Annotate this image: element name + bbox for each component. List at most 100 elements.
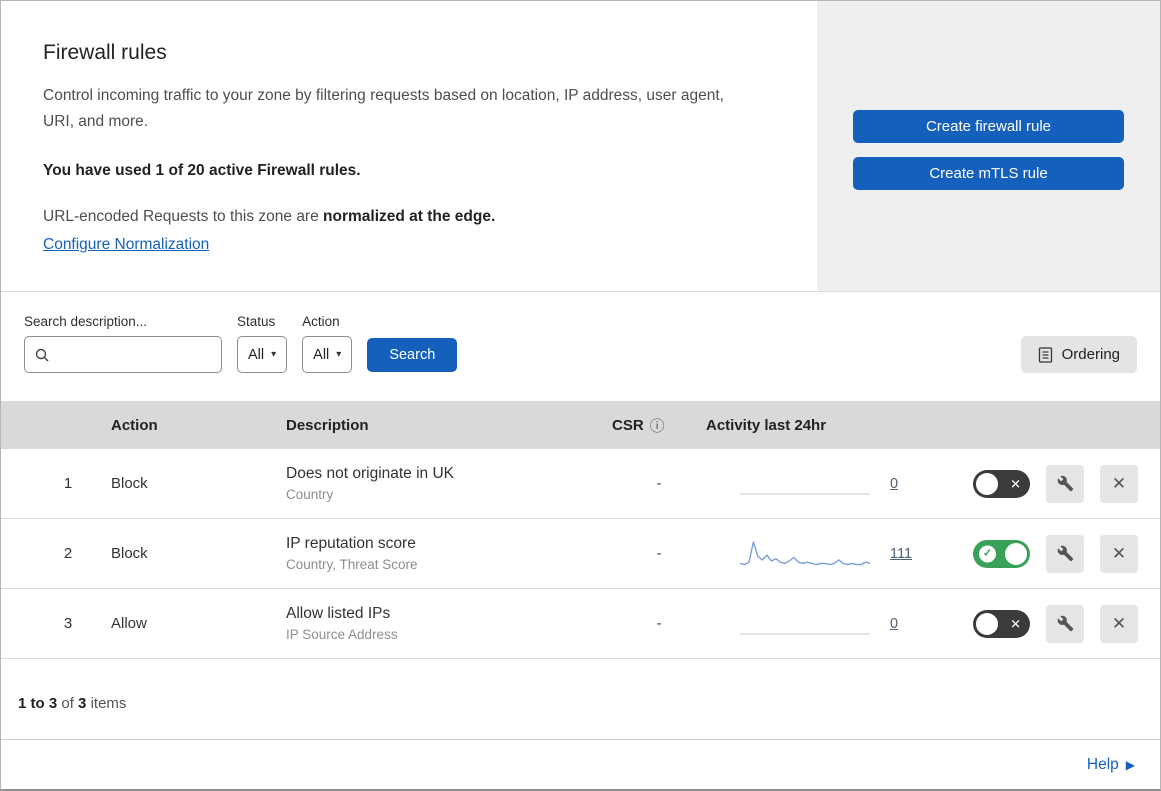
intro: Firewall rules Control incoming traffic … [1,1,817,291]
rule-description-text: IP reputation score [286,535,416,552]
table-header: Action Description CSR ⓘ Activity last 2… [1,401,1160,449]
total-text: 3 [78,695,87,712]
wrench-icon [1057,545,1073,562]
table-row: 3 Allow Allow listed IPs IP Source Addre… [1,589,1160,659]
status-select[interactable]: All ▾ [237,336,288,373]
rule-description-text: Does not originate in UK [286,465,455,482]
rule-description: IP reputation score Country, Threat Scor… [286,535,612,572]
arrow-right-icon: ▶ [1125,757,1135,772]
rule-number: 1 [63,475,73,492]
activity-count-link[interactable]: 0 [890,476,898,492]
usage-summary: You have used 1 of 20 active Firewall ru… [43,162,361,180]
activity-count-link[interactable]: 111 [890,546,912,562]
close-icon: ✕ [1111,474,1127,493]
action-label: Action [302,314,340,329]
search-icon [35,348,49,361]
create-firewall-rule-button[interactable]: Create firewall rule [853,110,1124,143]
rule-activity: 0 [706,468,956,500]
rule-description: Does not originate in UK Country [286,465,612,502]
filter-group: Search description... Status All ▾ Actio… [24,314,458,373]
activity-sparkline [740,633,870,634]
ordering-list-icon [1038,346,1052,363]
rule-enabled-toggle[interactable]: ✓ ✕ [973,609,1030,638]
filter-bar: Search description... Status All ▾ Actio… [1,292,1160,401]
action-filter: Action All ▾ [302,314,353,373]
rule-controls: ✓ ✕ ✕ [956,534,1160,573]
rule-csr-value: - [656,545,662,562]
close-icon: ✕ [1111,544,1127,563]
rule-csr-value: - [656,615,662,632]
close-icon: ✕ [1111,614,1127,633]
col-csr: CSR ⓘ [612,415,706,436]
x-icon: ✕ [1010,476,1021,491]
activity-sparkline [740,540,870,565]
edit-rule-button[interactable] [1046,464,1084,503]
action-selected-value: All [313,346,330,363]
rule-number: 2 [63,545,73,562]
chevron-down-icon: ▾ [271,348,277,360]
rule-controls: ✓ ✕ ✕ [956,464,1160,503]
rule-activity: 111 [706,538,956,570]
info-icon[interactable]: ⓘ [650,415,665,436]
page-description: Control incoming traffic to your zone by… [43,87,724,130]
of-text: of [61,695,74,712]
rule-action: Block [111,475,148,492]
help-label: Help [1086,755,1119,773]
col-description: Description [286,416,369,434]
search-button[interactable]: Search [367,338,458,372]
x-icon: ✕ [1010,616,1021,631]
rule-enabled-toggle[interactable]: ✓ ✕ [973,539,1030,568]
wrench-icon [1057,615,1073,632]
status-filter: Status All ▾ [237,314,288,373]
search-input[interactable] [56,346,212,363]
rule-criteria: IP Source Address [286,627,398,642]
toggle-knob [976,472,998,495]
check-icon: ✓ [979,545,996,562]
rule-csr-value: - [656,475,662,492]
search-box[interactable] [24,336,222,373]
ordering-label: Ordering [1061,346,1120,363]
edit-rule-button[interactable] [1046,534,1084,573]
search-field: Search description... [24,314,222,373]
col-action: Action [111,416,158,434]
rule-action: Allow [111,615,147,632]
rule-criteria: Country, Threat Score [286,557,418,572]
actions-panel: Create firewall rule Create mTLS rule [817,1,1160,291]
delete-rule-button[interactable]: ✕ [1100,534,1138,573]
normalization-text: URL-encoded Requests to this zone are [43,208,324,226]
firewall-rules-panel: Firewall rules Control incoming traffic … [0,0,1161,791]
rule-activity: 0 [706,608,956,640]
csr-label: CSR [612,416,644,434]
header-section: Firewall rules Control incoming traffic … [1,1,1160,292]
chevron-down-icon: ▾ [336,348,342,360]
col-activity: Activity last 24hr [706,416,827,434]
create-mtls-rule-button[interactable]: Create mTLS rule [853,157,1124,190]
toggle-knob [1005,542,1027,565]
activity-sparkline [740,493,870,494]
table-row: 2 Block IP reputation score Country, Thr… [1,519,1160,589]
status-label: Status [237,314,276,329]
wrench-icon [1057,475,1073,492]
normalization-note: URL-encoded Requests to this zone are no… [43,208,767,226]
activity-count-link[interactable]: 0 [890,616,898,632]
rule-description-text: Allow listed IPs [286,605,391,622]
delete-rule-button[interactable]: ✕ [1100,464,1138,503]
table-row: 1 Block Does not originate in UK Country… [1,449,1160,519]
normalization-bold-text: normalized at the edge. [323,208,496,226]
ordering-button[interactable]: Ordering [1020,336,1137,373]
rule-action: Block [111,545,148,562]
search-label: Search description... [24,314,148,329]
help-link[interactable]: Help ▶ [1087,756,1135,774]
edit-rule-button[interactable] [1046,604,1084,643]
page-title: Firewall rules [43,41,167,64]
delete-rule-button[interactable]: ✕ [1100,604,1138,643]
rule-number: 3 [63,615,73,632]
items-text: items [90,695,127,712]
action-select[interactable]: All ▾ [302,336,353,373]
help-bar: Help ▶ [1,739,1160,789]
pagination-summary: 1 to 3 of 3 items [1,659,1160,734]
rule-criteria: Country [286,487,334,502]
configure-normalization-link[interactable]: Configure Normalization [43,236,209,254]
status-selected-value: All [248,346,265,363]
rule-enabled-toggle[interactable]: ✓ ✕ [973,469,1030,498]
